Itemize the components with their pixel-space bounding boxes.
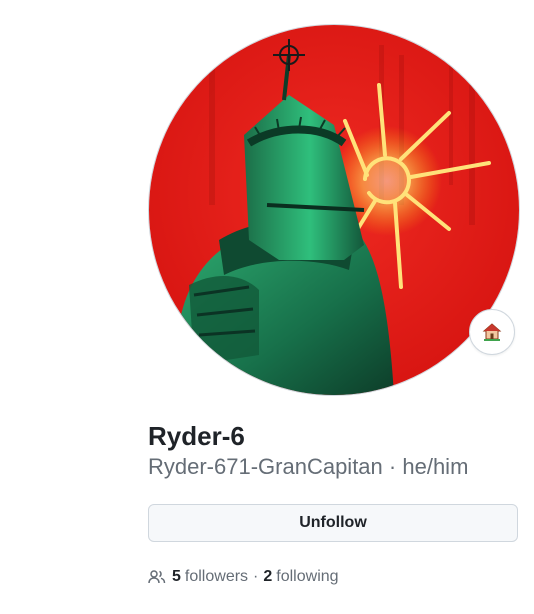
separator-dot: ·: [388, 454, 397, 479]
profile-sidebar: Ryder-6 Ryder-671-GranCapitan · he/him U…: [0, 0, 534, 614]
profile-names: Ryder-6 Ryder-671-GranCapitan · he/him: [148, 420, 528, 482]
avatar[interactable]: [148, 24, 520, 396]
followers-count: 5: [172, 568, 181, 585]
following-count: 2: [263, 568, 273, 585]
follow-stats: 5 followers · 2 following: [148, 565, 339, 589]
house-emoji-icon: [482, 323, 502, 341]
following-link[interactable]: 2 following: [263, 568, 338, 586]
people-icon: [148, 569, 166, 585]
avatar-container: [148, 24, 520, 396]
following-label: following: [276, 568, 339, 585]
status-badge[interactable]: [469, 309, 515, 355]
followers-link[interactable]: 5 followers: [172, 568, 248, 586]
profile-pronouns: he/him: [402, 454, 469, 479]
profile-login: Ryder-671-GranCapitan: [148, 454, 383, 479]
followers-label: followers: [184, 568, 249, 585]
stats-separator: ·: [253, 568, 259, 585]
unfollow-button[interactable]: Unfollow: [148, 504, 518, 542]
profile-login-line: Ryder-671-GranCapitan · he/him: [148, 452, 528, 482]
profile-full-name: Ryder-6: [148, 421, 245, 451]
